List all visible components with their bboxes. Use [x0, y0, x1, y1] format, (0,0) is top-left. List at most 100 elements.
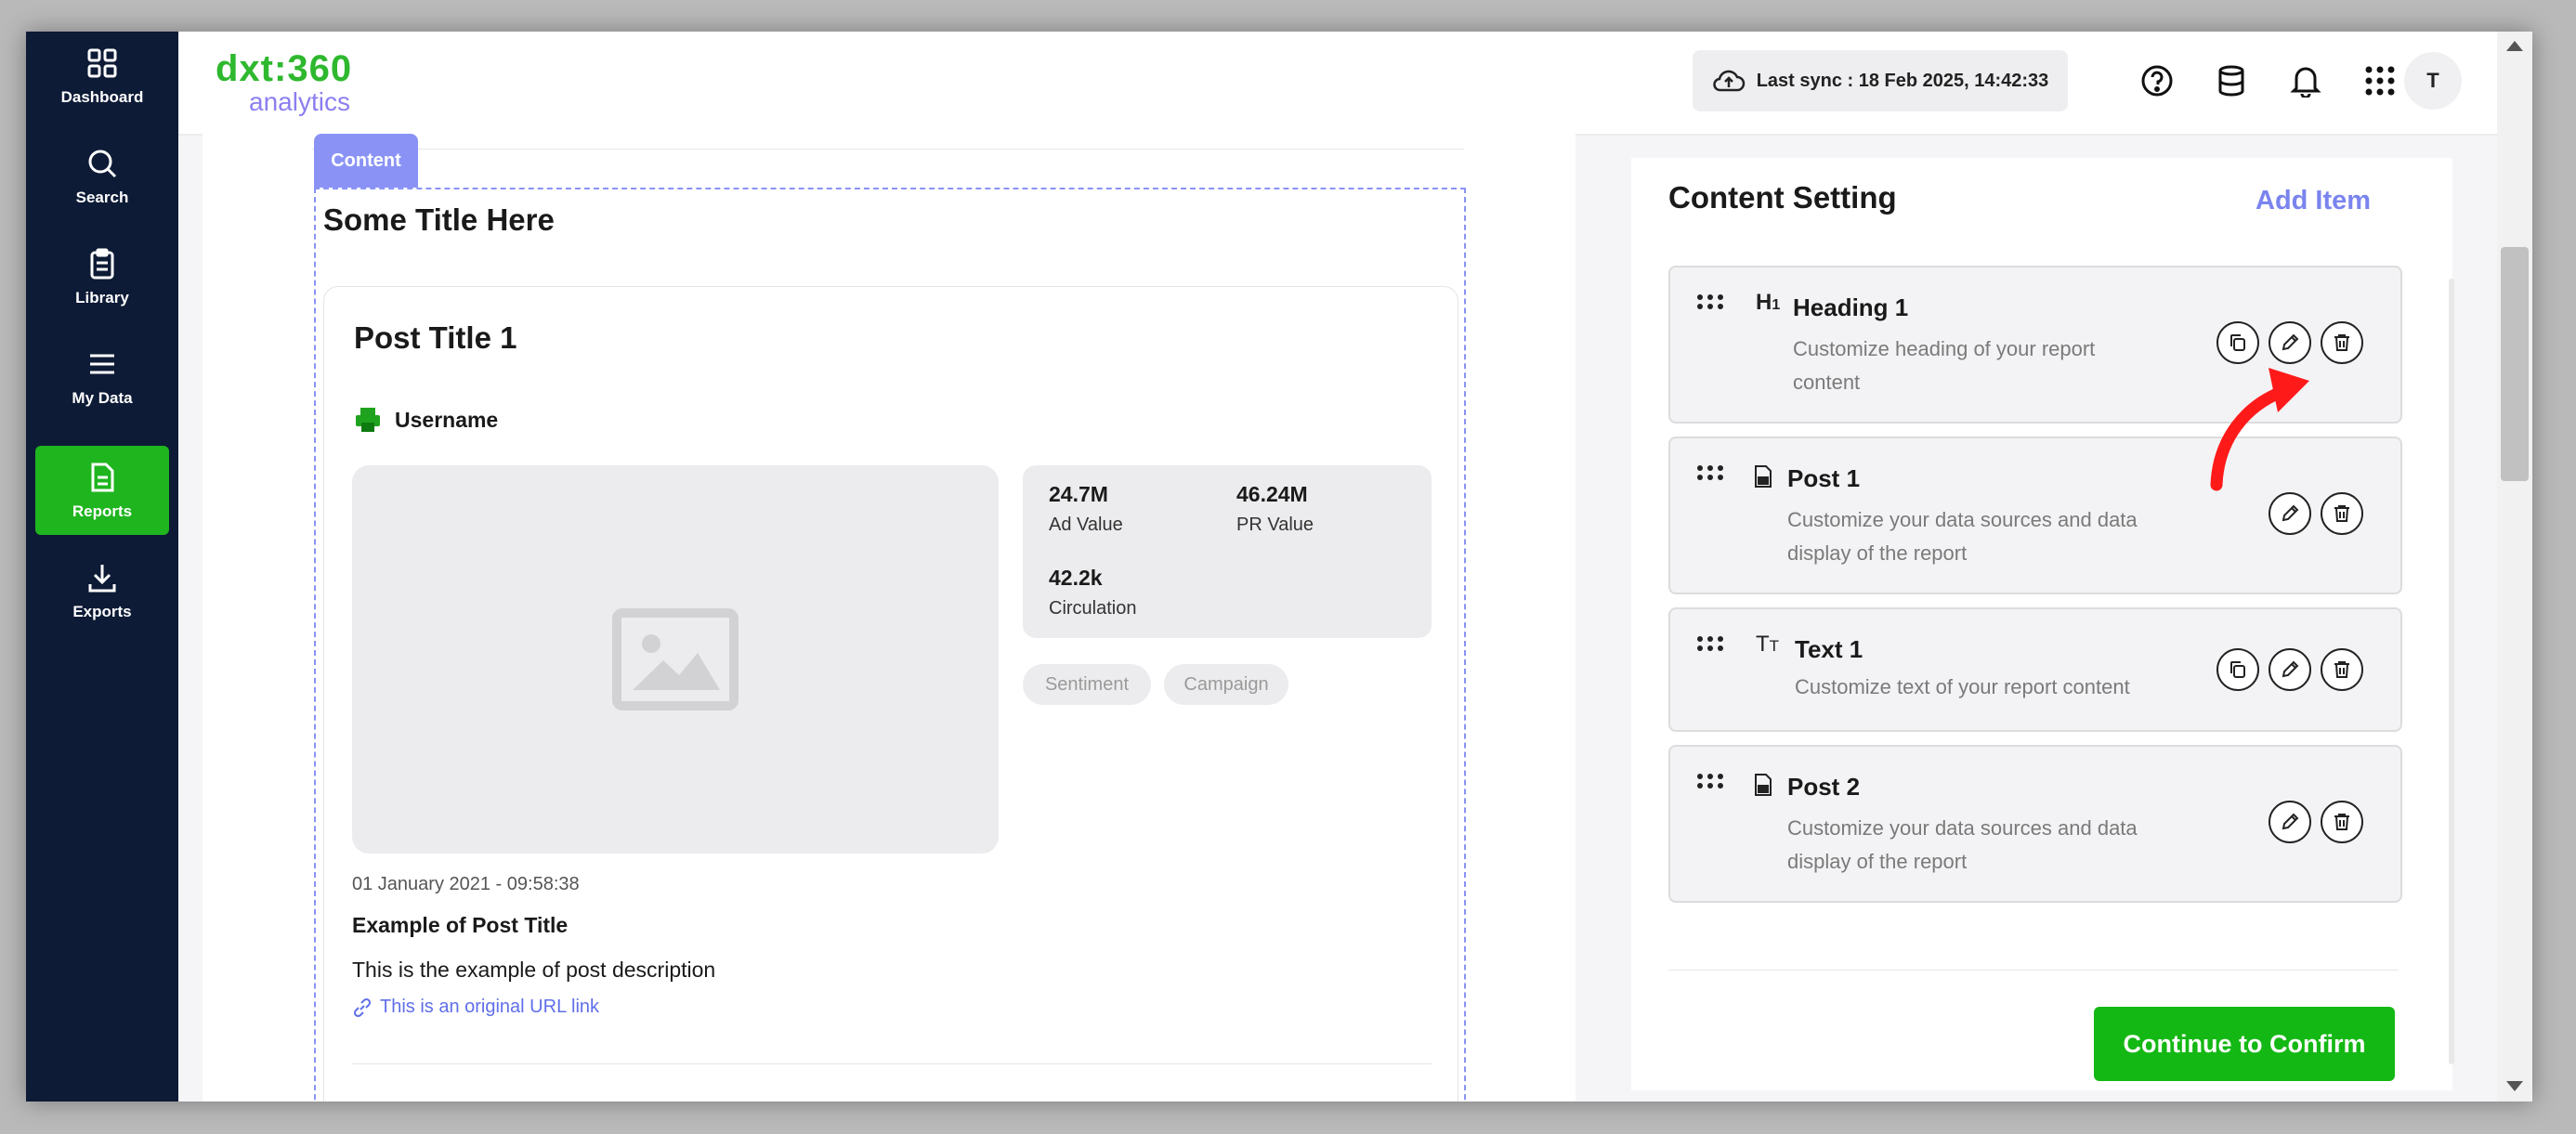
image-icon — [612, 608, 739, 710]
top-header: dxt:360 analytics Last sync : 18 Feb 202… — [178, 32, 2532, 136]
content-tab[interactable]: Content — [314, 134, 418, 188]
item-desc-line: Customize your data sources and data — [1787, 816, 2138, 840]
database-icon[interactable] — [2208, 58, 2255, 104]
app-window: Dashboard Search Library My Data Reports — [26, 32, 2532, 1101]
bell-icon[interactable] — [2282, 58, 2329, 104]
stat-ad-value: 24.7M Ad Value — [1049, 482, 1123, 536]
item-desc-line: content — [1793, 371, 1861, 394]
setting-item-text-1[interactable]: TT Text 1 Customize text of your report … — [1668, 607, 2402, 732]
setting-item-post-2[interactable]: Post 2 Customize your data sources and d… — [1668, 745, 2402, 903]
link-icon — [353, 997, 372, 1017]
item-desc-line: Customize heading of your report — [1793, 337, 2096, 360]
sidebar-item-dashboard[interactable]: Dashboard — [35, 32, 169, 121]
post-subtitle: Example of Post Title — [352, 913, 569, 937]
sidebar-item-label: Exports — [72, 603, 132, 620]
panel-title: Content Setting — [1668, 180, 1897, 215]
scroll-down-icon[interactable] — [2506, 1081, 2523, 1091]
item-description: Customize heading of your report content — [1793, 332, 2095, 399]
sidebar-item-label: Search — [75, 189, 129, 206]
delete-button[interactable] — [2321, 648, 2363, 691]
item-title: Post 2 — [1787, 773, 1861, 801]
link-text: This is an original URL link — [380, 997, 600, 1017]
tag-sentiment: Sentiment — [1023, 664, 1151, 705]
content-block[interactable]: Some Title Here Post Title 1 Username 24… — [314, 188, 1466, 1101]
last-sync-status[interactable]: Last sync : 18 Feb 2025, 14:42:33 — [1693, 50, 2068, 111]
divider — [1668, 970, 2399, 971]
stat-pr-value: 46.24M PR Value — [1236, 482, 1314, 536]
stat-value: 46.24M — [1236, 482, 1308, 506]
image-placeholder — [352, 465, 999, 854]
sidebar-item-search[interactable]: Search — [35, 132, 169, 221]
edit-button[interactable] — [2269, 492, 2311, 535]
sidebar-item-label: Reports — [72, 502, 133, 520]
sidebar-item-label: My Data — [72, 389, 133, 407]
search-icon — [85, 146, 120, 181]
page-scrollbar[interactable] — [2497, 32, 2532, 1101]
item-description: Customize text of your report content — [1795, 671, 2130, 704]
drag-handle-icon[interactable] — [1696, 464, 1724, 481]
drag-handle-icon[interactable] — [1696, 773, 1724, 789]
drag-handle-icon[interactable] — [1696, 635, 1724, 652]
stat-circulation: 42.2k Circulation — [1049, 566, 1136, 619]
delete-button[interactable] — [2321, 492, 2363, 535]
logo-sub: analytics — [249, 87, 350, 116]
post-card: Post Title 1 Username 24.7M Ad Value 46.… — [323, 286, 1458, 1101]
drag-handle-icon[interactable] — [1696, 293, 1724, 310]
pencil-icon — [2282, 333, 2299, 351]
item-desc-line: display of the report — [1787, 850, 1968, 873]
trash-icon — [2334, 334, 2349, 351]
post-icon — [1755, 465, 1772, 488]
sync-text: Last sync : 18 Feb 2025, 14:42:33 — [1756, 70, 2049, 91]
trash-icon — [2334, 505, 2349, 522]
sidebar-item-exports[interactable]: Exports — [35, 546, 169, 635]
scroll-thumb[interactable] — [2501, 247, 2529, 481]
scroll-up-icon[interactable] — [2506, 41, 2523, 51]
copy-icon — [2230, 334, 2245, 351]
clipboard-icon — [85, 246, 120, 281]
sidebar-item-library[interactable]: Library — [35, 232, 169, 321]
sidebar-item-my-data[interactable]: My Data — [35, 332, 169, 422]
tag-campaign: Campaign — [1164, 664, 1288, 705]
sidebar-item-label: Dashboard — [60, 88, 144, 106]
add-item-button[interactable]: Add Item — [2256, 186, 2371, 216]
continue-to-confirm-button[interactable]: Continue to Confirm — [2094, 1007, 2395, 1081]
list-icon — [85, 346, 120, 382]
item-desc-line: Customize your data sources and data — [1787, 508, 2138, 531]
item-desc-line: display of the report — [1787, 541, 1968, 565]
section-title[interactable]: Some Title Here — [323, 202, 555, 238]
stat-value: 42.2k — [1049, 566, 1103, 590]
item-description: Customize your data sources and data dis… — [1787, 503, 2138, 570]
delete-button[interactable] — [2321, 801, 2363, 843]
delete-button[interactable] — [2321, 321, 2363, 364]
annotation-arrow-icon — [2210, 368, 2309, 491]
help-icon[interactable] — [2134, 58, 2180, 104]
stat-value: 24.7M — [1049, 482, 1108, 506]
item-title: Post 1 — [1787, 464, 1861, 492]
edit-button[interactable] — [2269, 648, 2311, 691]
download-icon — [85, 560, 120, 595]
post-stats: 24.7M Ad Value 46.24M PR Value 42.2k Cir… — [1023, 465, 1432, 638]
post-title: Post Title 1 — [354, 320, 517, 355]
stat-label: Circulation — [1049, 598, 1137, 619]
trash-icon — [2334, 661, 2349, 678]
divider — [312, 149, 1464, 150]
original-url-link[interactable]: This is an original URL link — [352, 997, 599, 1018]
post-author: Username — [354, 406, 498, 434]
duplicate-button[interactable] — [2216, 648, 2259, 691]
content-setting-panel: Content Setting Add Item H1 Heading 1 Cu… — [1631, 158, 2454, 1090]
divider — [352, 1063, 1432, 1064]
panel-scrollbar[interactable] — [2449, 279, 2454, 1064]
post-date: 01 January 2021 - 09:58:38 — [352, 874, 580, 894]
document-icon — [85, 460, 120, 495]
avatar[interactable]: T — [2404, 52, 2462, 110]
pencil-icon — [2282, 504, 2299, 522]
sidebar-item-reports[interactable]: Reports — [35, 446, 169, 535]
pencil-icon — [2282, 813, 2299, 830]
item-description: Customize your data sources and data dis… — [1787, 812, 2138, 879]
stat-label: Ad Value — [1049, 515, 1123, 535]
grid-icon — [85, 46, 120, 81]
edit-button[interactable] — [2269, 801, 2311, 843]
logo[interactable]: dxt:360 analytics — [216, 48, 383, 119]
apps-grid-icon[interactable] — [2357, 58, 2403, 104]
printer-icon — [356, 408, 380, 432]
